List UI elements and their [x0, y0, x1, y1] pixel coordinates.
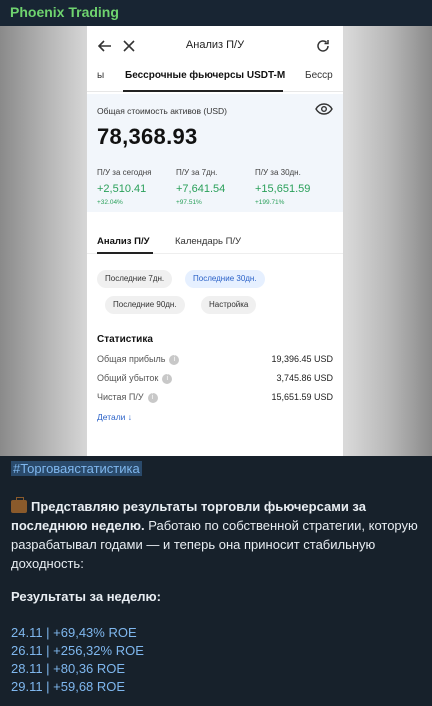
stat-total-profit: Общая прибыль i 19,396.45 USD	[97, 354, 333, 365]
pnl-today: П/У за сегодня +2,510.41 +32.04%	[97, 168, 152, 206]
eye-icon	[315, 102, 333, 120]
hashtag-link[interactable]: #Торговаястатистика	[11, 461, 142, 476]
result-line: 26.11 | +256,32% ROE	[11, 643, 144, 658]
info-icon: i	[169, 354, 180, 365]
chip-90d: Последние 90дн.	[105, 296, 185, 314]
analysis-tabs: Анализ П/У Календарь П/У	[87, 226, 343, 254]
app-title: Анализ П/У	[185, 39, 245, 51]
assets-value: 78,368.93	[97, 124, 198, 149]
info-icon: i	[147, 392, 158, 403]
details-link: Детали ↓	[97, 412, 133, 422]
results-title: Результаты за неделю:	[11, 589, 161, 604]
message-photo[interactable]: Анализ П/У ы Бессрочные фьючерсы USDT-M …	[0, 26, 432, 456]
message-intro: Представляю результаты торговли фьючерса…	[11, 497, 423, 573]
tab-prev: ы	[97, 70, 105, 81]
chip-30d: Последние 30дн.	[185, 270, 265, 288]
channel-header[interactable]: Phoenix Trading	[0, 0, 432, 26]
assets-card: Общая стоимость активов (USD) 78,368.93 …	[87, 94, 343, 212]
info-icon: i	[162, 373, 173, 384]
tab-usdt-m-futures: Бессрочные фьючерсы USDT-M	[125, 70, 286, 81]
app-screenshot: Анализ П/У ы Бессрочные фьючерсы USDT-M …	[87, 26, 343, 456]
pnl-7d: П/У за 7дн. +7,641.54 +97.51%	[176, 168, 226, 206]
subtab-underline	[97, 252, 153, 254]
result-line: 24.11 | +69,43% ROE	[11, 625, 137, 640]
market-tabs: ы Бессрочные фьючерсы USDT-M Бесср	[87, 66, 343, 92]
tab-underline	[123, 90, 283, 92]
result-line: 28.11 | +80,36 ROE	[11, 661, 126, 676]
briefcase-icon	[11, 497, 27, 513]
message-hashtag-line: #Торговаястатистика	[11, 459, 423, 478]
result-line: 29.11 | +59,68 ROE	[11, 679, 126, 694]
chip-7d: Последние 7дн.	[97, 270, 173, 288]
assets-label: Общая стоимость активов (USD)	[97, 106, 228, 116]
channel-name[interactable]: Phoenix Trading	[10, 4, 119, 20]
tab-pnl-analysis: Анализ П/У	[97, 236, 150, 247]
stat-net-pnl: Чистая П/У i 15,651.59 USD	[97, 392, 333, 403]
chip-settings: Настройка	[201, 296, 257, 314]
stats-title: Статистика	[97, 334, 153, 345]
tab-next: Бесср	[305, 70, 333, 81]
stat-total-loss: Общий убыток i 3,745.86 USD	[97, 373, 333, 384]
tab-pnl-calendar: Календарь П/У	[175, 236, 242, 247]
refresh-icon	[311, 34, 335, 58]
app-topbar: Анализ П/У	[87, 34, 343, 58]
pnl-30d: П/У за 30дн. +15,651.59 +199.71%	[255, 168, 311, 206]
